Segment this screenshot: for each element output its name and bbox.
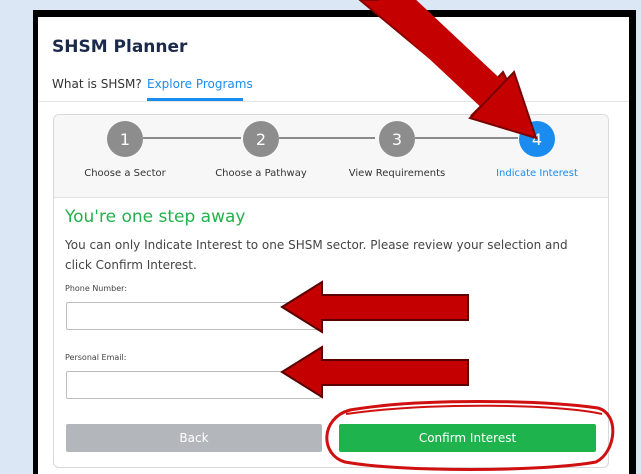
annotation-overlay	[280, 0, 615, 471]
annotation-arrow-phone	[280, 280, 469, 334]
annotation-arrow-email	[280, 345, 469, 399]
annotation-circle-confirm	[325, 400, 615, 471]
annotation-arrow-step4	[358, 0, 538, 140]
